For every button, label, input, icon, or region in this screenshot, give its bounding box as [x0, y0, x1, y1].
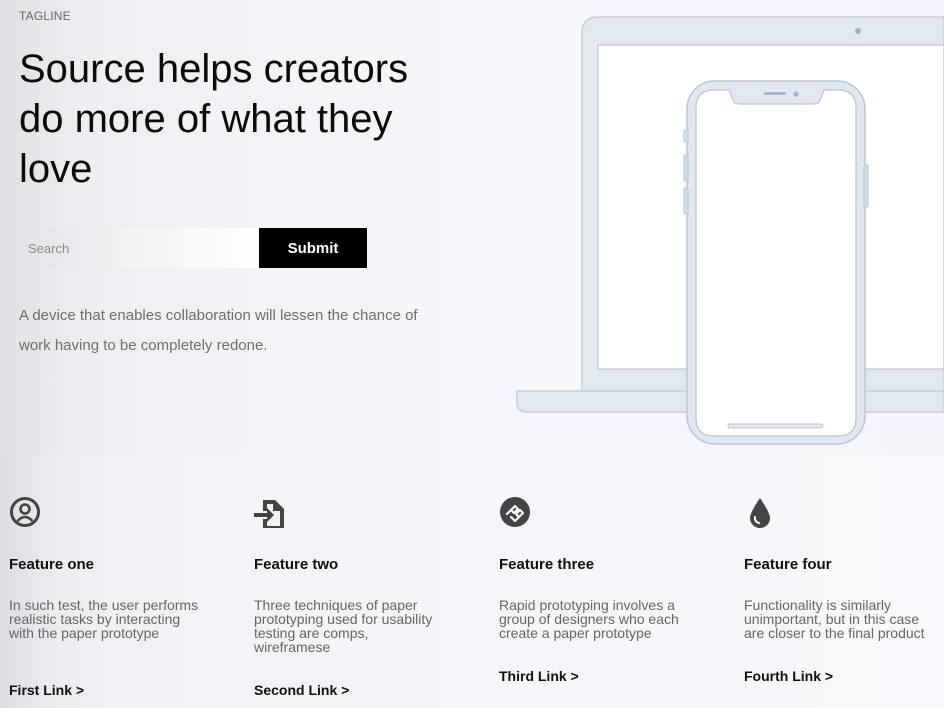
feature-title: Feature three	[499, 556, 595, 573]
fourth-link[interactable]: Fourth Link >	[744, 668, 833, 684]
hero-description: A device that enables collaboration will…	[19, 307, 418, 354]
second-link[interactable]: Second Link >	[254, 682, 349, 698]
user-circle-icon	[10, 497, 40, 527]
search-form: Submit	[19, 228, 367, 268]
search-input[interactable]	[19, 228, 259, 268]
feature-title: Feature four	[744, 556, 832, 573]
feature-title: Feature one	[9, 556, 95, 573]
tagline: TAGLINE	[19, 9, 71, 23]
page-title: Source helps creators do more of what th…	[19, 47, 409, 191]
file-import-icon	[254, 500, 284, 528]
features-section: Feature one In such test, the user perfo…	[0, 490, 944, 708]
submit-button[interactable]: Submit	[259, 228, 367, 268]
feature-description: Functionality is similarly unimportant, …	[744, 597, 925, 641]
laptop-phone-illustration	[516, 16, 944, 445]
feature-title: Feature two	[254, 556, 339, 573]
link-badge-icon	[500, 497, 530, 527]
water-drop-icon	[750, 498, 770, 528]
feature-description: In such test, the user performs realisti…	[9, 597, 199, 641]
feature-description: Rapid prototyping involves a group of de…	[499, 597, 679, 641]
third-link[interactable]: Third Link >	[499, 668, 579, 684]
feature-description: Three techniques of paper prototyping us…	[254, 597, 433, 655]
first-link[interactable]: First Link >	[9, 682, 84, 698]
